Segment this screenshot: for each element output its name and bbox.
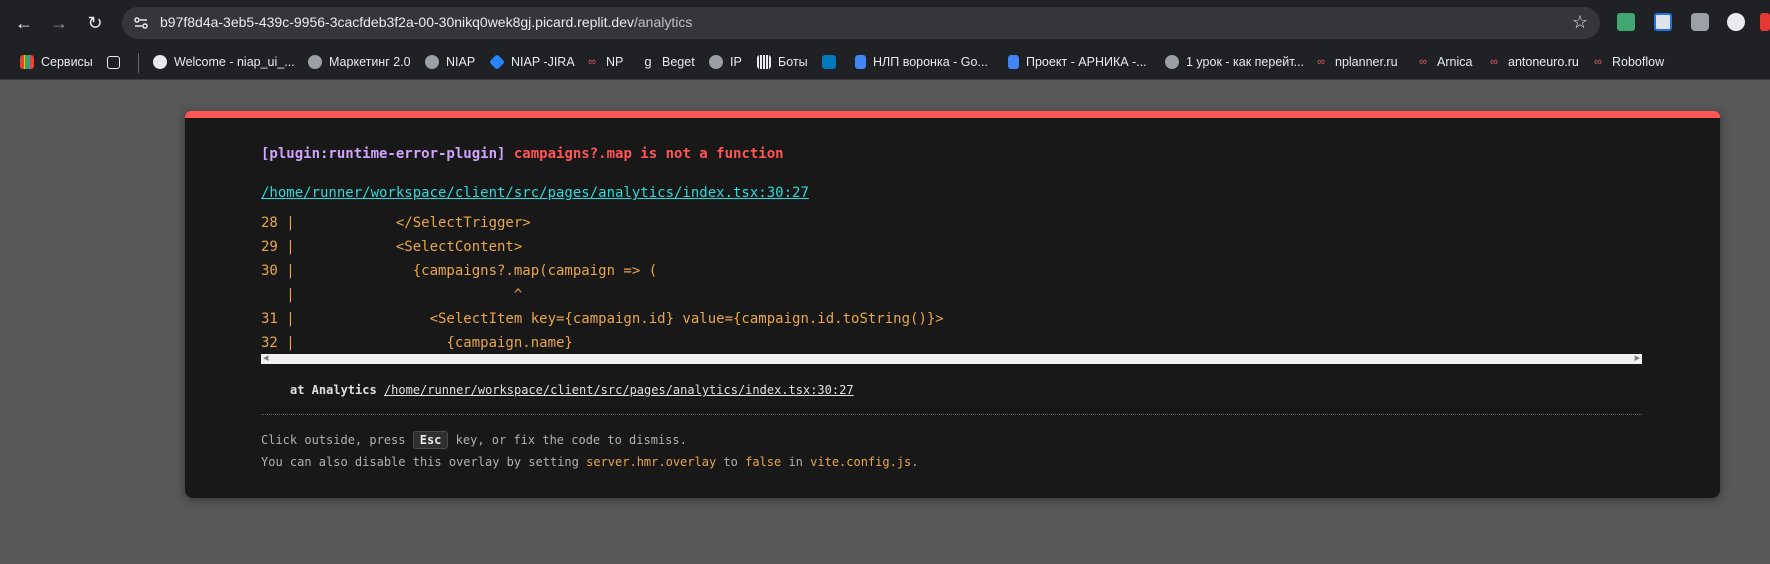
bookmark-niap-jira[interactable]: NIAP -JIRA <box>489 53 575 71</box>
jira-icon <box>489 54 505 70</box>
esc-key-badge: Esc <box>412 431 449 449</box>
error-overlay[interactable]: [plugin:runtime-error-plugin] campaigns?… <box>185 111 1720 498</box>
code-line: 32 | {campaign.name} <box>261 335 573 351</box>
bookmark-label: Arnica <box>1437 55 1473 69</box>
bookmark-label: NIAP <box>446 55 476 69</box>
overlay-divider <box>261 414 1642 415</box>
bookmark-label: Roboflow <box>1612 55 1665 69</box>
browser-toolbar: ← → ↻ b97f8d4a-3eb5-439c-9956-3cacfdeb3f… <box>0 0 1770 46</box>
bookmark-label: NP <box>606 55 624 69</box>
code-line: 30 | {campaigns?.map(campaign => ( <box>261 263 658 279</box>
globe-icon <box>308 55 322 69</box>
code-line: 28 | </SelectTrigger> <box>261 215 531 231</box>
bookmark-beget[interactable]: g Beget <box>641 53 695 71</box>
url-text: b97f8d4a-3eb5-439c-9956-3cacfdeb3f2a-00-… <box>160 14 692 30</box>
tip-text: You can also disable this overlay by set… <box>261 455 579 469</box>
code-frame-horizontal-scrollbar[interactable]: ◀ ▶ <box>261 354 1642 364</box>
bookmark-marketing[interactable]: Маркетинг 2.0 <box>308 53 411 71</box>
bookmark-bots[interactable]: Боты <box>757 53 808 71</box>
url-path: /analytics <box>634 14 693 30</box>
tip-text: in <box>788 455 803 469</box>
tip-text: Click outside, press <box>261 433 406 447</box>
trello-icon <box>822 55 836 69</box>
bookmark-antoneuro[interactable]: ∞ antoneuro.ru <box>1487 53 1579 71</box>
bookmark-lesson-1[interactable]: 1 урок - как перейт... <box>1165 53 1304 71</box>
extension-icon-1[interactable] <box>1617 13 1635 31</box>
bookmark-label: Beget <box>662 55 695 69</box>
bookmark-label: IP <box>730 55 742 69</box>
bookmark-arnica[interactable]: ∞ Arnica <box>1416 53 1472 71</box>
bookmark-label: Боты <box>778 55 808 69</box>
bookmark-np[interactable]: ∞ NP <box>585 53 623 71</box>
apps-grid-icon <box>20 55 34 69</box>
code-frame: 28 | </SelectTrigger> 29 | <SelectConten… <box>261 211 1642 351</box>
docs-icon <box>855 55 866 69</box>
bookmark-label: Сервисы <box>41 55 93 69</box>
bookmark-nplanner[interactable]: ∞ nplanner.ru <box>1314 53 1398 71</box>
link-icon: ∞ <box>588 56 596 68</box>
bookmark-label: antoneuro.ru <box>1508 55 1579 69</box>
tab-groups-icon <box>107 55 120 69</box>
link-icon: ∞ <box>1594 56 1602 68</box>
globe-icon <box>425 55 439 69</box>
globe-icon <box>1165 55 1179 69</box>
bookmark-label: 1 урок - как перейт... <box>1186 55 1305 69</box>
extension-icon-2[interactable] <box>1654 13 1672 31</box>
bookmark-label: NIAP -JIRA <box>511 55 575 69</box>
tip-text: to <box>723 455 738 469</box>
beget-icon: g <box>644 54 652 69</box>
setting-value: false <box>745 455 782 469</box>
bookmark-star-icon[interactable]: ☆ <box>1572 12 1588 33</box>
error-message: campaigns?.map is not a function <box>513 146 784 162</box>
config-file-name: vite.config.js <box>810 455 912 469</box>
error-file-link[interactable]: /home/runner/workspace/client/src/pages/… <box>261 185 809 201</box>
error-title: [plugin:runtime-error-plugin] campaigns?… <box>261 146 784 162</box>
bookmark-label: НЛП воронка - Go... <box>873 55 988 69</box>
bookmarks-separator <box>138 53 139 73</box>
docs-icon <box>1008 55 1019 69</box>
stack-trace: at Analytics /home/runner/workspace/clie… <box>290 383 854 397</box>
bookmark-label: Welcome - niap_ui_... <box>174 55 295 69</box>
link-icon: ∞ <box>1317 56 1325 68</box>
bookmark-welcome[interactable]: Welcome - niap_ui_... <box>153 53 295 71</box>
address-bar[interactable]: b97f8d4a-3eb5-439c-9956-3cacfdeb3f2a-00-… <box>122 7 1600 39</box>
code-line-caret: | ^ <box>261 287 523 303</box>
disable-overlay-tip: You can also disable this overlay by set… <box>261 455 919 469</box>
puzzle-extensions-icon[interactable] <box>1727 13 1745 31</box>
code-line: 31 | <SelectItem key={campaign.id} value… <box>261 311 944 327</box>
github-icon <box>153 55 167 69</box>
globe-icon <box>709 55 723 69</box>
tip-text: . <box>911 455 919 469</box>
bookmark-label: nplanner.ru <box>1335 55 1398 69</box>
bookmark-arnica-project[interactable]: Проект - АРНИКА -... <box>1008 53 1147 71</box>
camera-extension-icon[interactable] <box>1691 13 1709 31</box>
bookmark-tab-groups[interactable] <box>107 53 127 71</box>
bookmark-trello[interactable] <box>822 53 843 71</box>
link-icon: ∞ <box>1490 56 1498 68</box>
bots-icon <box>757 55 771 69</box>
back-arrow-icon[interactable]: ← <box>12 11 36 35</box>
extension-icon-red[interactable] <box>1760 13 1770 31</box>
url-host: b97f8d4a-3eb5-439c-9956-3cacfdeb3f2a-00-… <box>160 14 634 30</box>
bookmark-services[interactable]: Сервисы <box>20 53 93 71</box>
link-icon: ∞ <box>1419 56 1427 68</box>
reload-icon[interactable]: ↻ <box>83 11 107 35</box>
tip-text: key, or fix the code to dismiss. <box>455 433 687 447</box>
bookmark-label: Маркетинг 2.0 <box>329 55 411 69</box>
scroll-right-arrow-icon[interactable]: ▶ <box>1635 354 1640 364</box>
bookmark-label: Проект - АРНИКА -... <box>1026 55 1147 69</box>
setting-name: server.hmr.overlay <box>586 455 717 469</box>
bookmark-ip[interactable]: IP <box>709 53 742 71</box>
site-info-icon[interactable] <box>132 14 150 32</box>
code-line: 29 | <SelectContent> <box>261 239 523 255</box>
bookmark-roboflow[interactable]: ∞ Roboflow <box>1591 53 1664 71</box>
bookmark-niap[interactable]: NIAP <box>425 53 475 71</box>
stack-function: at Analytics <box>290 383 377 397</box>
stack-location-link[interactable]: /home/runner/workspace/client/src/pages/… <box>384 383 854 397</box>
error-plugin-name: [plugin:runtime-error-plugin] <box>261 146 506 162</box>
scroll-left-arrow-icon[interactable]: ◀ <box>263 354 268 364</box>
dismiss-tip: Click outside, press Esc key, or fix the… <box>261 431 687 449</box>
forward-arrow-icon[interactable]: → <box>47 11 71 35</box>
bookmark-nlp-funnel[interactable]: НЛП воронка - Go... <box>855 53 988 71</box>
